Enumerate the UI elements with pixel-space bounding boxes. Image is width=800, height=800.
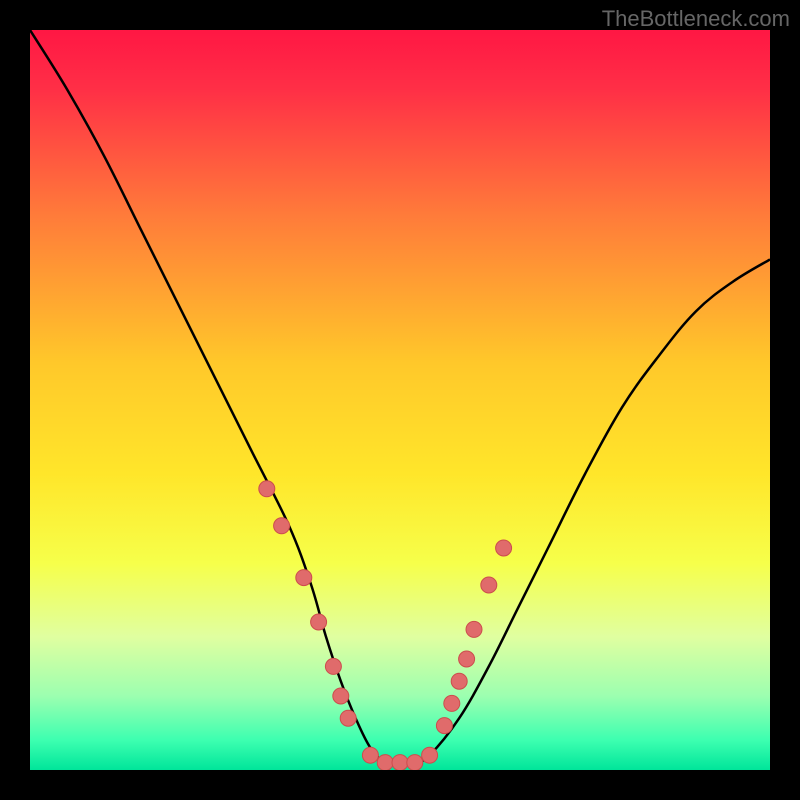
scatter-point xyxy=(311,614,327,630)
scatter-point xyxy=(362,747,378,763)
scatter-point xyxy=(444,695,460,711)
chart-background xyxy=(30,30,770,770)
scatter-point xyxy=(407,755,423,770)
scatter-point xyxy=(459,651,475,667)
scatter-point xyxy=(274,518,290,534)
scatter-point xyxy=(481,577,497,593)
watermark-text: TheBottleneck.com xyxy=(602,6,790,32)
scatter-point xyxy=(296,570,312,586)
scatter-point xyxy=(377,755,393,770)
scatter-point xyxy=(325,658,341,674)
scatter-point xyxy=(333,688,349,704)
chart-plot-area xyxy=(30,30,770,770)
scatter-point xyxy=(436,718,452,734)
chart-svg xyxy=(30,30,770,770)
scatter-point xyxy=(392,755,408,770)
scatter-point xyxy=(340,710,356,726)
scatter-point xyxy=(422,747,438,763)
scatter-point xyxy=(451,673,467,689)
scatter-point xyxy=(466,621,482,637)
scatter-point xyxy=(496,540,512,556)
scatter-point xyxy=(259,481,275,497)
